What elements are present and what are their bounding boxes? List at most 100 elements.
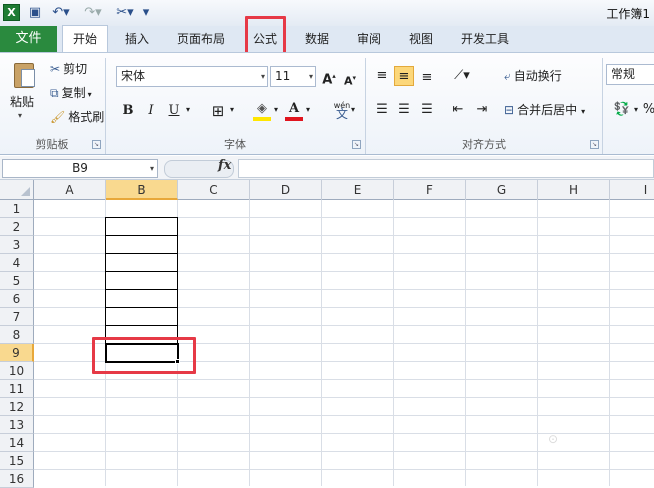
- font-color-dropdown-icon[interactable]: ▾: [306, 105, 310, 114]
- formula-input[interactable]: [238, 159, 654, 178]
- alignment-dialog-launcher-icon[interactable]: ↘: [590, 140, 599, 149]
- row-header-13[interactable]: 13: [0, 416, 34, 434]
- column-header-a[interactable]: A: [34, 180, 106, 200]
- tools-icon[interactable]: ✂▾: [112, 3, 138, 22]
- merge-center-icon: ⊟: [504, 103, 515, 117]
- copy-button[interactable]: ⧉ 复制 ▾: [50, 84, 92, 104]
- number-format-value: 常规: [611, 67, 636, 81]
- watermark: ⊙: [548, 432, 559, 446]
- paste-button[interactable]: 粘贴: [10, 93, 34, 111]
- row-header-11[interactable]: 11: [0, 380, 34, 398]
- name-box-dropdown-icon[interactable]: ▾: [146, 159, 158, 178]
- cell-border: [105, 271, 178, 272]
- font-name-combo[interactable]: 宋体 ▾: [116, 66, 268, 87]
- align-bottom-icon: ≡: [421, 70, 433, 85]
- merge-center-button[interactable]: ⊟ 合并后居中 ▾: [504, 101, 585, 121]
- align-top-button[interactable]: ≡: [372, 66, 392, 86]
- wrap-text-button[interactable]: ⤶ 自动换行: [504, 67, 562, 85]
- align-middle-button[interactable]: ≡: [394, 66, 414, 86]
- save-icon[interactable]: ▣: [26, 3, 44, 22]
- tab-insert[interactable]: 插入: [118, 26, 156, 52]
- column-header-c[interactable]: C: [178, 180, 250, 200]
- font-size-combo[interactable]: 11 ▾: [270, 66, 316, 87]
- cut-button[interactable]: ✂ 剪切: [50, 60, 87, 78]
- tab-home[interactable]: 开始: [62, 25, 108, 53]
- font-color-button[interactable]: A: [284, 99, 304, 119]
- align-left-button[interactable]: ☰: [372, 100, 392, 120]
- font-dialog-launcher-icon[interactable]: ↘: [352, 140, 361, 149]
- row-header-4[interactable]: 4: [0, 254, 34, 272]
- align-left-icon: ☰: [376, 102, 388, 117]
- row-header-5[interactable]: 5: [0, 272, 34, 290]
- accounting-dropdown-icon[interactable]: ▾: [634, 105, 638, 114]
- column-header-f[interactable]: F: [394, 180, 466, 200]
- borders-button[interactable]: ⊞: [208, 101, 228, 121]
- paste-dropdown-icon[interactable]: ▾: [18, 111, 22, 120]
- borders-dropdown-icon[interactable]: ▾: [230, 105, 234, 114]
- column-header-h[interactable]: H: [538, 180, 610, 200]
- cell-border: [105, 253, 178, 254]
- font-group-label: 字体: [224, 138, 246, 151]
- shrink-font-button[interactable]: A▾: [340, 68, 360, 88]
- phonetic-dropdown-icon[interactable]: ▾: [351, 105, 355, 114]
- row-header-16[interactable]: 16: [0, 470, 34, 488]
- customize-quick-access-icon[interactable]: ▾: [140, 3, 152, 22]
- tab-data[interactable]: 数据: [298, 26, 336, 52]
- paste-icon[interactable]: [11, 60, 37, 90]
- row-header-7[interactable]: 7: [0, 308, 34, 326]
- decrease-indent-button[interactable]: ⇤: [448, 100, 468, 120]
- grid-line: [34, 379, 654, 380]
- row-header-15[interactable]: 15: [0, 452, 34, 470]
- align-right-button[interactable]: ☰: [417, 100, 437, 120]
- grow-font-button[interactable]: A▴: [319, 66, 339, 87]
- brush-icon: 🖌: [50, 110, 66, 124]
- increase-indent-button[interactable]: ⇥: [472, 100, 492, 120]
- row-header-14[interactable]: 14: [0, 434, 34, 452]
- select-all-button[interactable]: [0, 180, 34, 200]
- tab-page-layout[interactable]: 页面布局: [170, 26, 232, 52]
- align-center-button[interactable]: ☰: [394, 100, 414, 120]
- row-header-2[interactable]: 2: [0, 218, 34, 236]
- row-header-3[interactable]: 3: [0, 236, 34, 254]
- accounting-format-button[interactable]: 💱: [610, 100, 634, 120]
- tab-review[interactable]: 审阅: [350, 26, 388, 52]
- row-header-6[interactable]: 6: [0, 290, 34, 308]
- underline-dropdown-icon[interactable]: ▾: [186, 105, 190, 114]
- column-header-g[interactable]: G: [466, 180, 538, 200]
- column-header-d[interactable]: D: [250, 180, 322, 200]
- grid-line: [34, 451, 654, 452]
- format-painter-button[interactable]: 🖌 格式刷: [50, 108, 104, 126]
- font-color-swatch: [285, 117, 303, 121]
- row-header-10[interactable]: 10: [0, 362, 34, 380]
- cell-border: [105, 235, 178, 236]
- underline-button[interactable]: U: [164, 101, 184, 121]
- format-painter-label: 格式刷: [68, 110, 105, 124]
- clipboard-dialog-launcher-icon[interactable]: ↘: [92, 140, 101, 149]
- row-header-12[interactable]: 12: [0, 398, 34, 416]
- tab-view[interactable]: 视图: [402, 26, 440, 52]
- align-center-icon: ☰: [398, 102, 410, 117]
- row-header-9[interactable]: 9: [0, 344, 34, 362]
- name-box[interactable]: B9: [2, 159, 158, 178]
- insert-function-icon[interactable]: fx: [218, 158, 231, 173]
- group-separator: [602, 58, 603, 154]
- redo-icon[interactable]: ↷▾: [80, 3, 106, 22]
- number-format-combo[interactable]: 常规: [606, 64, 654, 85]
- bold-button[interactable]: B: [118, 101, 138, 121]
- tab-developer[interactable]: 开发工具: [454, 26, 516, 52]
- column-header-b[interactable]: B: [106, 180, 178, 200]
- undo-icon[interactable]: ↶▾: [48, 3, 74, 22]
- orientation-button[interactable]: ⟋▾: [448, 66, 476, 86]
- fill-color-dropdown-icon[interactable]: ▾: [274, 105, 278, 114]
- row-header-1[interactable]: 1: [0, 200, 34, 218]
- row-header-8[interactable]: 8: [0, 326, 34, 344]
- column-header-i[interactable]: I: [610, 180, 654, 200]
- increase-indent-icon: ⇥: [476, 102, 488, 117]
- column-header-e[interactable]: E: [322, 180, 394, 200]
- align-bottom-button[interactable]: ≡: [417, 68, 437, 88]
- fill-color-button[interactable]: ◈: [252, 99, 272, 119]
- italic-button[interactable]: I: [141, 101, 161, 121]
- percent-button[interactable]: %: [642, 100, 654, 120]
- tab-file[interactable]: 文件: [0, 26, 57, 52]
- borders-icon: ⊞: [211, 102, 225, 120]
